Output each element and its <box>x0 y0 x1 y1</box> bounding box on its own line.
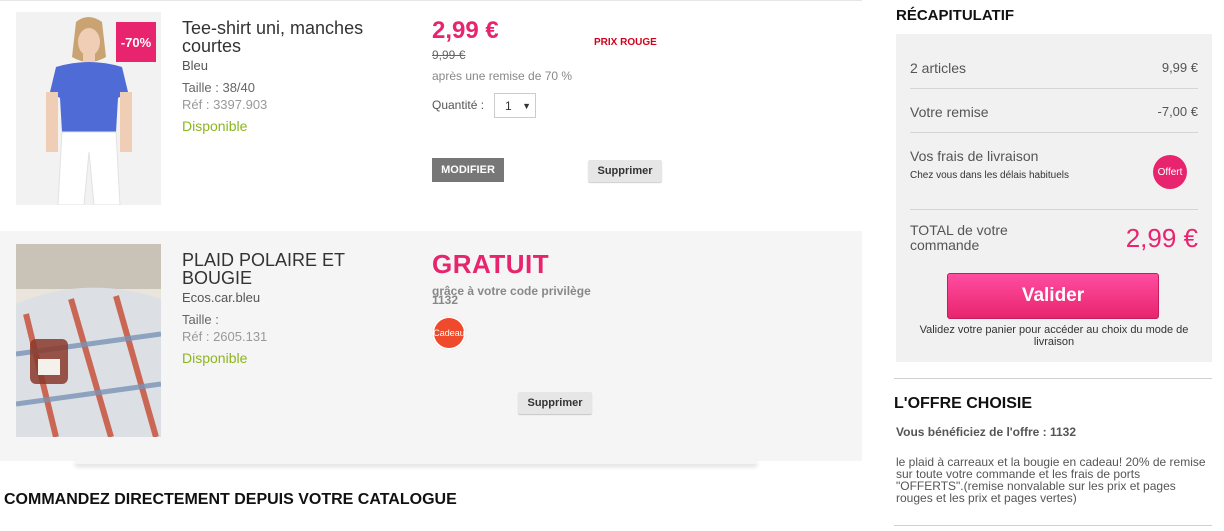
shipping-row: Vos frais de livraison Chez vous dans le… <box>910 148 1198 189</box>
product-size: Taille : 38/40 <box>182 80 255 95</box>
gift-badge: Cadeau <box>432 316 466 350</box>
validate-button[interactable]: Valider <box>947 273 1159 319</box>
chevron-down-icon: ▼ <box>522 100 531 111</box>
modify-button[interactable]: MODIFIER <box>432 158 504 182</box>
shipping-label: Vos frais de livraison <box>910 148 1039 164</box>
quantity-value: 1 <box>505 98 512 113</box>
availability-status: Disponible <box>182 350 248 366</box>
discount-label: Votre remise <box>910 104 989 120</box>
articles-label: 2 articles <box>910 60 967 76</box>
shipping-offered-badge: Offert <box>1153 155 1187 189</box>
promo-tag: PRIX ROUGE <box>594 37 657 48</box>
divider <box>910 88 1198 89</box>
list-bottom-shadow <box>75 459 757 464</box>
product-color: Bleu <box>182 58 209 73</box>
availability-status: Disponible <box>182 118 248 134</box>
divider <box>894 378 1212 379</box>
discount-row: Votre remise -7,00 € <box>910 104 1198 120</box>
validate-note: Validez votre panier pour accéder au cho… <box>919 324 1189 348</box>
divider <box>894 525 1212 526</box>
plaid-photo <box>15 244 162 438</box>
offer-description: le plaid à carreaux et la bougie en cade… <box>896 455 1206 505</box>
discount-note: après une remise de 70 % <box>432 69 573 83</box>
discount-badge: -70% <box>116 22 156 62</box>
top-divider <box>0 0 862 1</box>
product-price: 2,99 € <box>432 17 499 44</box>
privilege-code-note: grâce à votre code privilège 1132 <box>432 284 591 307</box>
delete-button[interactable]: Supprimer <box>518 392 592 414</box>
product-name[interactable]: Tee-shirt uni, manches courtes <box>182 19 392 55</box>
total-value: 2,99 € <box>1125 223 1198 253</box>
total-label: TOTAL de votre commande <box>910 222 1008 253</box>
offer-title: L'OFFRE CHOISIE <box>894 395 1033 412</box>
divider <box>910 209 1198 210</box>
summary-title: RÉCAPITULATIF <box>896 7 1015 24</box>
product-color: Ecos.car.bleu <box>182 290 261 305</box>
catalog-section-title: COMMANDEZ DIRECTEMENT DEPUIS VOTRE CATAL… <box>4 491 457 508</box>
product-ref: Réf : 2605.131 <box>182 329 268 344</box>
discount-value: -7,00 € <box>1157 104 1198 119</box>
old-price: 9,99 € <box>432 48 466 62</box>
product-name[interactable]: PLAID POLAIRE ET BOUGIE <box>182 251 392 287</box>
articles-value: 9,99 € <box>1161 60 1198 75</box>
product-image-plaid[interactable] <box>15 244 162 442</box>
quantity-label: Quantité : <box>432 98 485 112</box>
divider <box>910 132 1198 133</box>
product-size: Taille : <box>182 312 219 327</box>
product-price-free: GRATUIT <box>432 249 550 279</box>
offer-subtitle: Vous bénéficiez de l'offre : 1132 <box>896 425 1077 439</box>
total-row: TOTAL de votre commande 2,99 € <box>910 222 1198 254</box>
quantity-select[interactable]: 1 ▼ <box>494 93 536 118</box>
delete-button[interactable]: Supprimer <box>588 160 662 182</box>
articles-row: 2 articles 9,99 € <box>910 60 1198 76</box>
product-ref: Réf : 3397.903 <box>182 97 268 112</box>
